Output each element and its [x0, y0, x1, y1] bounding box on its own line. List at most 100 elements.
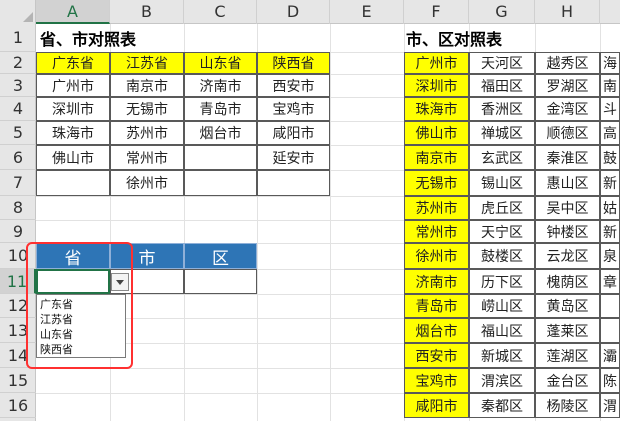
right-table-district-cell[interactable]: 惠山区	[535, 170, 600, 196]
left-table-cell[interactable]: 深圳市	[36, 97, 110, 121]
right-table-district-cell[interactable]: 秦淮区	[535, 145, 600, 170]
column-header-c[interactable]: C	[184, 0, 257, 24]
right-table-district-cell[interactable]: 蓬莱区	[535, 318, 600, 343]
right-table-district-cell[interactable]: 泉	[600, 243, 620, 269]
right-table-district-cell[interactable]: 天宁区	[469, 220, 535, 243]
right-table-district-cell[interactable]: 新	[600, 220, 620, 243]
right-table-district-cell[interactable]: 虎丘区	[469, 196, 535, 220]
right-table-district-cell[interactable]: 新	[600, 170, 620, 196]
row-header-3[interactable]: 3	[0, 74, 36, 97]
right-table-district-cell[interactable]: 玄武区	[469, 145, 535, 170]
right-table-city-cell[interactable]: 常州市	[404, 220, 469, 243]
left-table-cell[interactable]: 南京市	[110, 74, 184, 97]
left-table-cell[interactable]: 佛山市	[36, 145, 110, 170]
right-table-district-cell[interactable]: 渭	[600, 393, 620, 418]
left-table-cell[interactable]: 烟台市	[184, 121, 257, 145]
right-table-district-cell[interactable]	[600, 294, 620, 318]
left-table-cell[interactable]: 延安市	[257, 145, 330, 170]
column-header-a[interactable]: A	[36, 0, 110, 24]
right-table-district-cell[interactable]: 槐荫区	[535, 269, 600, 294]
right-table-district-cell[interactable]	[600, 318, 620, 343]
left-table-cell[interactable]	[184, 170, 257, 196]
left-table-cell[interactable]: 广州市	[36, 74, 110, 97]
right-table-city-cell[interactable]: 佛山市	[404, 121, 469, 145]
row-header-15[interactable]: 15	[0, 368, 36, 393]
left-table-header-cell[interactable]: 广东省	[36, 52, 110, 74]
right-table-city-cell[interactable]: 深圳市	[404, 74, 469, 97]
right-table-district-cell[interactable]: 灞	[600, 343, 620, 368]
left-table-cell[interactable]	[184, 145, 257, 170]
right-table-district-cell[interactable]: 新城区	[469, 343, 535, 368]
right-table-district-cell[interactable]: 姑	[600, 196, 620, 220]
left-table-cell[interactable]: 徐州市	[110, 170, 184, 196]
left-table-cell[interactable]: 西安市	[257, 74, 330, 97]
left-table-cell[interactable]: 无锡市	[110, 97, 184, 121]
left-table-header-cell[interactable]: 山东省	[184, 52, 257, 74]
right-table-district-cell[interactable]: 章	[600, 269, 620, 294]
right-table-district-cell[interactable]: 南	[600, 74, 620, 97]
column-header-e[interactable]: E	[330, 0, 404, 24]
row-header-8[interactable]: 8	[0, 196, 36, 220]
right-table-district-cell[interactable]: 渭滨区	[469, 368, 535, 393]
left-table-header-cell[interactable]: 陕西省	[257, 52, 330, 74]
row-header-6[interactable]: 6	[0, 145, 36, 170]
right-table-district-cell[interactable]: 黄岛区	[535, 294, 600, 318]
right-table-city-cell[interactable]: 珠海市	[404, 97, 469, 121]
right-table-city-cell[interactable]: 咸阳市	[404, 393, 469, 418]
row-header-7[interactable]: 7	[0, 170, 36, 196]
column-header-d[interactable]: D	[257, 0, 330, 24]
right-table-district-cell[interactable]: 越秀区	[535, 52, 600, 74]
row-header-16[interactable]: 16	[0, 393, 36, 418]
column-header-f[interactable]: F	[404, 0, 469, 24]
left-table-cell[interactable]: 青岛市	[184, 97, 257, 121]
right-table-city-cell[interactable]: 广州市	[404, 52, 469, 74]
right-table-city-cell[interactable]: 苏州市	[404, 196, 469, 220]
right-table-district-cell[interactable]: 高	[600, 121, 620, 145]
select-all-corner[interactable]	[0, 0, 36, 24]
column-header-h[interactable]: H	[535, 0, 600, 24]
right-table-district-cell[interactable]: 杨陵区	[535, 393, 600, 418]
right-table-district-cell[interactable]: 金湾区	[535, 97, 600, 121]
right-table-district-cell[interactable]: 海	[600, 52, 620, 74]
right-table-district-cell[interactable]: 禅城区	[469, 121, 535, 145]
right-table-city-cell[interactable]: 西安市	[404, 343, 469, 368]
left-table-cell[interactable]	[257, 170, 330, 196]
right-table-district-cell[interactable]: 天河区	[469, 52, 535, 74]
right-table-city-cell[interactable]: 济南市	[404, 269, 469, 294]
right-table-district-cell[interactable]: 历下区	[469, 269, 535, 294]
right-table-district-cell[interactable]: 秦都区	[469, 393, 535, 418]
left-table-cell[interactable]: 珠海市	[36, 121, 110, 145]
right-table-city-cell[interactable]: 烟台市	[404, 318, 469, 343]
right-table-district-cell[interactable]: 斗	[600, 97, 620, 121]
right-table-district-cell[interactable]: 莲湖区	[535, 343, 600, 368]
right-table-city-cell[interactable]: 青岛市	[404, 294, 469, 318]
right-table-district-cell[interactable]: 钟楼区	[535, 220, 600, 243]
left-table-cell[interactable]: 常州市	[110, 145, 184, 170]
row-header-2[interactable]: 2	[0, 52, 36, 74]
right-table-district-cell[interactable]: 福山区	[469, 318, 535, 343]
right-table-district-cell[interactable]: 云龙区	[535, 243, 600, 269]
right-table-city-cell[interactable]: 宝鸡市	[404, 368, 469, 393]
right-table-district-cell[interactable]: 金台区	[535, 368, 600, 393]
left-table-cell[interactable]: 宝鸡市	[257, 97, 330, 121]
right-table-city-cell[interactable]: 南京市	[404, 145, 469, 170]
left-table-header-cell[interactable]: 江苏省	[110, 52, 184, 74]
right-table-city-cell[interactable]: 徐州市	[404, 243, 469, 269]
left-table-cell[interactable]: 咸阳市	[257, 121, 330, 145]
right-table-city-cell[interactable]: 无锡市	[404, 170, 469, 196]
row-header-9[interactable]: 9	[0, 220, 36, 243]
right-table-district-cell[interactable]: 崂山区	[469, 294, 535, 318]
right-table-district-cell[interactable]: 鼓楼区	[469, 243, 535, 269]
right-table-district-cell[interactable]: 顺德区	[535, 121, 600, 145]
column-header-b[interactable]: B	[110, 0, 184, 24]
right-table-district-cell[interactable]: 香洲区	[469, 97, 535, 121]
input-table-cell-2[interactable]	[184, 269, 257, 294]
row-header-4[interactable]: 4	[0, 97, 36, 121]
right-table-district-cell[interactable]: 陈	[600, 368, 620, 393]
column-header-g[interactable]: G	[469, 0, 535, 24]
right-table-district-cell[interactable]: 鼓	[600, 145, 620, 170]
right-table-district-cell[interactable]: 锡山区	[469, 170, 535, 196]
right-table-district-cell[interactable]: 福田区	[469, 74, 535, 97]
left-table-cell[interactable]: 济南市	[184, 74, 257, 97]
right-table-district-cell[interactable]: 罗湖区	[535, 74, 600, 97]
